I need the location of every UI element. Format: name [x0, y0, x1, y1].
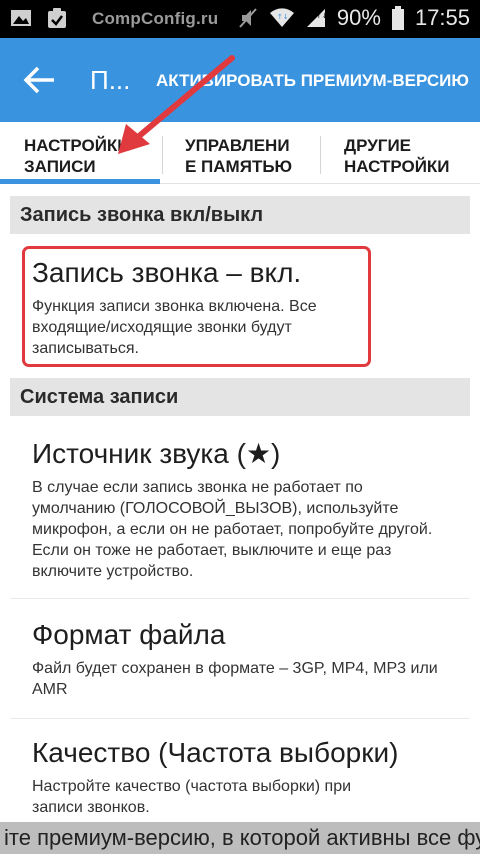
- back-arrow-icon[interactable]: [22, 62, 58, 98]
- status-bar: CompConfig.ru ↑↓ ↑↓ 90% 17:55: [0, 0, 480, 38]
- tab-separator: [320, 136, 321, 174]
- item-description: Настройте качество (частота выборки) при…: [32, 778, 352, 816]
- wifi-icon: ↑↓: [269, 8, 294, 27]
- clipboard-check-icon: [48, 8, 66, 28]
- premium-promo-ticker[interactable]: іте премиум-версию, в которой активны вс…: [0, 822, 480, 854]
- battery-percent: 90%: [336, 5, 381, 30]
- quality-item[interactable]: Качество (Частота выборки) Настройте кач…: [32, 736, 452, 818]
- mute-icon: [239, 8, 257, 28]
- audio-source-item[interactable]: Источник звука (★) В случае если запись …: [32, 437, 452, 582]
- annotation-arrow: [118, 55, 235, 154]
- list-divider: [10, 598, 470, 599]
- item-description: Файл будет сохранен в формате – 3GP, MP4…: [32, 660, 438, 698]
- image-icon: [11, 10, 31, 26]
- list-divider: [10, 718, 470, 719]
- signal-icon: ↑↓: [306, 9, 327, 27]
- tab-label-line1: ДРУГИЕ: [344, 136, 411, 155]
- battery-icon: [391, 6, 404, 30]
- clock: 17:55: [414, 5, 470, 30]
- tab-bar: НАСТРОЙКИ ЗАПИСИ УПРАВЛЕНИ Е ПАМЯТЬЮ ДРУ…: [0, 122, 480, 186]
- watermark-text: CompConfig.ru: [92, 9, 219, 28]
- status-bar-left: [10, 7, 68, 29]
- annotation-highlight-box: [22, 246, 371, 367]
- file-format-item[interactable]: Формат файла Файл будет сохранен в форма…: [32, 618, 452, 700]
- item-title: Формат файла: [32, 619, 226, 650]
- svg-text:↑↓: ↑↓: [277, 13, 289, 21]
- section-header-recording-system: Система записи: [10, 378, 470, 416]
- item-title: Качество (Частота выборки): [32, 737, 399, 768]
- section-header-recording-toggle: Запись звонка вкл/выкл: [10, 196, 470, 234]
- tab-label-line2: НАСТРОЙКИ: [344, 157, 450, 176]
- svg-text:↑↓: ↑↓: [316, 12, 327, 20]
- tab-other-settings[interactable]: ДРУГИЕ НАСТРОЙКИ: [344, 122, 450, 186]
- item-title: Источник звука (★): [32, 438, 281, 469]
- item-description: В случае если запись звонка не работает …: [32, 479, 433, 580]
- app-bar: П... АКТИВИРОВАТЬ ПРЕМИУМ-ВЕРСИЮ: [0, 38, 480, 122]
- selected-tab-indicator: [0, 179, 160, 184]
- status-bar-right: ↑↓ ↑↓ 90% 17:55: [237, 5, 470, 31]
